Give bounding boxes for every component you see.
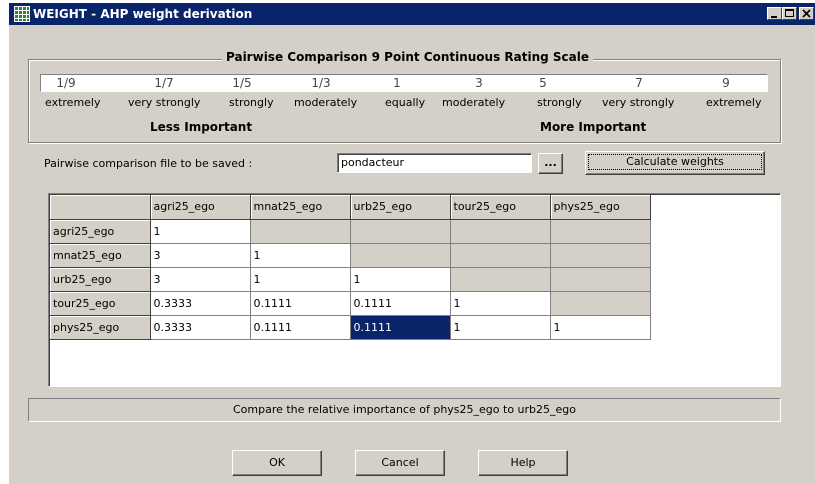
grid-cell[interactable]: 0.3333 bbox=[150, 315, 251, 340]
scale-value[interactable]: 7 bbox=[619, 75, 659, 91]
ok-button[interactable]: OK bbox=[232, 450, 322, 476]
rating-scale-bar[interactable]: 1/9 1/7 1/5 1/3 1 3 5 7 9 bbox=[40, 74, 768, 92]
scale-descriptor: strongly bbox=[229, 96, 274, 109]
scale-descriptor: equally bbox=[385, 96, 426, 109]
grid-cell bbox=[350, 219, 451, 244]
rating-scale-title: Pairwise Comparison 9 Point Continuous R… bbox=[222, 50, 594, 64]
more-important-label: More Important bbox=[540, 120, 647, 134]
scale-value[interactable]: 1/9 bbox=[46, 75, 86, 91]
grid-cell[interactable]: 1 bbox=[250, 267, 351, 292]
title-bar[interactable]: WEIGHT - AHP weight derivation bbox=[9, 3, 815, 25]
scale-descriptor: extremely bbox=[706, 96, 762, 109]
browse-button[interactable]: ... bbox=[538, 153, 563, 174]
scale-descriptor: very strongly bbox=[128, 96, 201, 109]
grid-cell bbox=[550, 291, 651, 316]
grid-corner bbox=[50, 195, 151, 220]
calculate-weights-button[interactable]: Calculate weights bbox=[585, 151, 765, 175]
scale-descriptor: extremely bbox=[45, 96, 101, 109]
grid-cell[interactable]: 1 bbox=[150, 219, 251, 244]
cancel-button[interactable]: Cancel bbox=[355, 450, 445, 476]
grid-cell[interactable]: 0.1111 bbox=[350, 291, 451, 316]
grid-cell bbox=[450, 267, 551, 292]
scale-value[interactable]: 1 bbox=[377, 75, 417, 91]
table-row: agri25_ego 1 bbox=[50, 219, 651, 244]
column-header[interactable]: mnat25_ego bbox=[250, 195, 351, 220]
scale-value[interactable]: 1/5 bbox=[222, 75, 262, 91]
table-row: mnat25_ego 3 1 bbox=[50, 243, 651, 268]
grid-cell bbox=[250, 219, 351, 244]
close-icon bbox=[802, 9, 811, 18]
help-button[interactable]: Help bbox=[478, 450, 568, 476]
row-header[interactable]: phys25_ego bbox=[50, 315, 151, 340]
grid-cell[interactable]: 0.1111 bbox=[250, 291, 351, 316]
scale-descriptor: moderately bbox=[294, 96, 358, 109]
grid-cell[interactable]: 3 bbox=[150, 243, 251, 268]
scale-value[interactable]: 9 bbox=[706, 75, 746, 91]
close-button[interactable] bbox=[799, 7, 814, 20]
grid-cell bbox=[350, 243, 451, 268]
grid-cell[interactable]: 0.3333 bbox=[150, 291, 251, 316]
table-row: tour25_ego 0.3333 0.1111 0.1111 1 bbox=[50, 291, 651, 316]
table-row: phys25_ego 0.3333 0.1111 0.1111 1 1 bbox=[50, 315, 651, 340]
grid-cell-selected[interactable]: 0.1111 bbox=[350, 315, 451, 340]
row-header[interactable]: agri25_ego bbox=[50, 219, 151, 244]
column-header[interactable]: tour25_ego bbox=[450, 195, 551, 220]
window-title: WEIGHT - AHP weight derivation bbox=[33, 7, 253, 21]
grid-cell bbox=[550, 267, 651, 292]
scale-value[interactable]: 1/3 bbox=[301, 75, 341, 91]
column-header[interactable]: agri25_ego bbox=[150, 195, 251, 220]
row-header[interactable]: tour25_ego bbox=[50, 291, 151, 316]
scale-descriptor: strongly bbox=[537, 96, 582, 109]
grid-cell bbox=[450, 219, 551, 244]
column-header[interactable]: phys25_ego bbox=[550, 195, 651, 220]
grid-cell bbox=[450, 243, 551, 268]
grid-cell bbox=[550, 243, 651, 268]
grid-cell[interactable]: 1 bbox=[350, 267, 451, 292]
grid-cell[interactable]: 3 bbox=[150, 267, 251, 292]
less-important-label: Less Important bbox=[150, 120, 253, 134]
grid-cell[interactable]: 1 bbox=[450, 291, 551, 316]
minimize-button[interactable] bbox=[767, 7, 782, 20]
grid-cell[interactable]: 1 bbox=[550, 315, 651, 340]
grid-cell[interactable]: 1 bbox=[250, 243, 351, 268]
maximize-button[interactable] bbox=[782, 7, 797, 20]
pairwise-comparison-grid[interactable]: agri25_ego mnat25_ego urb25_ego tour25_e… bbox=[50, 195, 651, 340]
file-label: Pairwise comparison file to be saved : bbox=[44, 157, 253, 170]
row-header[interactable]: mnat25_ego bbox=[50, 243, 151, 268]
scale-descriptor: moderately bbox=[442, 96, 506, 109]
row-header[interactable]: urb25_ego bbox=[50, 267, 151, 292]
maximize-icon bbox=[785, 9, 794, 17]
table-row: urb25_ego 3 1 1 bbox=[50, 267, 651, 292]
minimize-icon bbox=[771, 16, 777, 18]
grid-cell[interactable]: 1 bbox=[450, 315, 551, 340]
calculate-weights-label: Calculate weights bbox=[588, 154, 762, 170]
scale-value[interactable]: 3 bbox=[459, 75, 499, 91]
scale-value[interactable]: 5 bbox=[523, 75, 563, 91]
scale-descriptor: very strongly bbox=[602, 96, 675, 109]
grid-cell[interactable]: 0.1111 bbox=[250, 315, 351, 340]
grid-cell bbox=[550, 219, 651, 244]
app-grid-icon bbox=[14, 6, 30, 22]
column-header[interactable]: urb25_ego bbox=[350, 195, 451, 220]
file-name-input[interactable]: pondacteur bbox=[337, 153, 532, 173]
scale-value[interactable]: 1/7 bbox=[144, 75, 184, 91]
status-bar: Compare the relative importance of phys2… bbox=[28, 398, 781, 422]
